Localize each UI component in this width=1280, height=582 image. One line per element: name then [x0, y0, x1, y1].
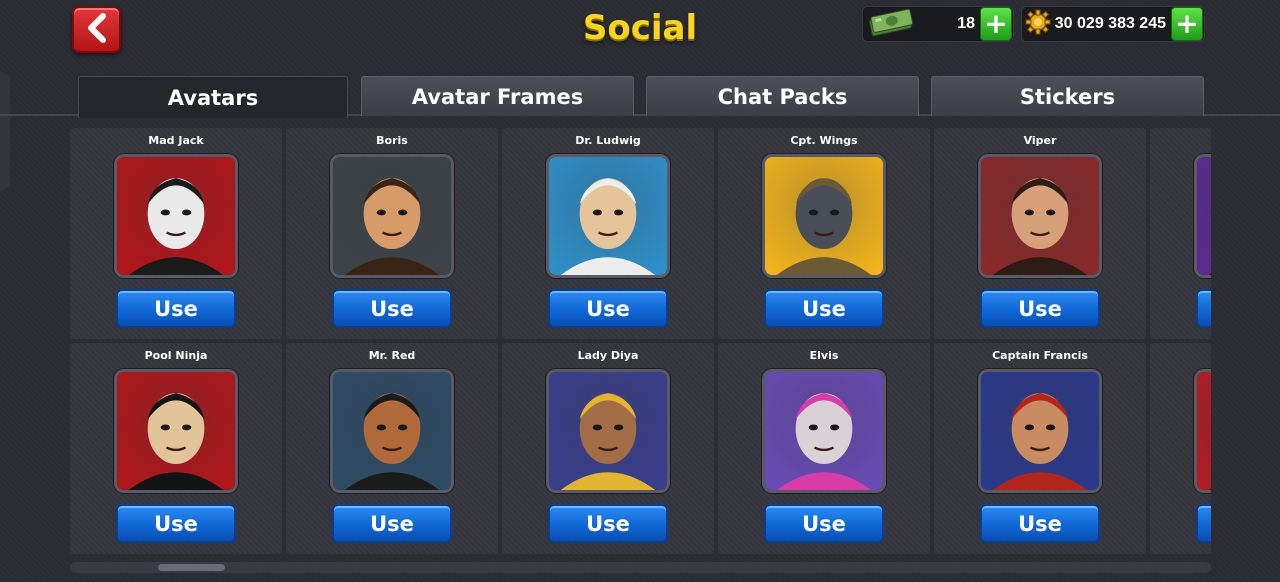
avatar-portrait[interactable] [330, 369, 454, 493]
use-button[interactable]: Use [1196, 289, 1211, 328]
avatar-card: Captain Francis Use [934, 343, 1146, 554]
avatar-card: Mad Jack Use [70, 128, 282, 339]
tab-chat-packs[interactable]: Chat Packs [646, 76, 919, 116]
avatar-portrait[interactable] [330, 154, 454, 278]
avatar-grid-viewport[interactable]: Mad Jack Use Boris Use Dr. Ludwig Use Cpt. Win… [70, 128, 1211, 556]
horizontal-scrollbar[interactable] [70, 562, 1211, 573]
avatar-name: Boris [376, 134, 408, 147]
tab-label: Chat Packs [717, 84, 848, 109]
avatar-name: Captain Francis [992, 349, 1088, 362]
scrollbar-thumb[interactable] [158, 564, 225, 571]
cash-amount: 18 [957, 15, 975, 32]
avatar-portrait[interactable] [762, 154, 886, 278]
avatar-name: Viper [1023, 134, 1057, 147]
avatar-card: Cpt. Wings Use [718, 128, 930, 339]
avatar-card: Pool Ninja Use [70, 343, 282, 554]
avatar-name: Elvis [809, 349, 839, 362]
use-button[interactable]: Use [1196, 504, 1211, 543]
tab-stickers[interactable]: Stickers [931, 76, 1204, 116]
avatar-name: Mr. Red [368, 349, 416, 362]
use-button[interactable]: Use [116, 289, 236, 328]
add-cash-button[interactable]: + [980, 7, 1012, 41]
avatar-grid: Mad Jack Use Boris Use Dr. Ludwig Use Cpt. Win… [70, 128, 1211, 554]
avatar-portrait[interactable] [1194, 154, 1211, 278]
avatar-portrait[interactable] [114, 154, 238, 278]
avatar-card: Elvis Use [718, 343, 930, 554]
use-button[interactable]: Use [332, 504, 452, 543]
avatar-portrait[interactable] [978, 369, 1102, 493]
avatar-portrait[interactable] [546, 369, 670, 493]
avatar-card: Use [1150, 128, 1211, 339]
side-panel-edge[interactable] [0, 72, 10, 190]
avatar-card: Boris Use [286, 128, 498, 339]
avatar-card: Mr. Red Use [286, 343, 498, 554]
cash-balance: 18 + [862, 6, 1014, 42]
tab-avatars[interactable]: Avatars [78, 76, 348, 118]
avatar-name: Pool Ninja [144, 349, 208, 362]
use-button[interactable]: Use [764, 289, 884, 328]
avatar-portrait[interactable] [978, 154, 1102, 278]
coin-gear-icon [1025, 9, 1051, 39]
tab-avatar-frames[interactable]: Avatar Frames [361, 76, 634, 116]
use-button[interactable]: Use [548, 289, 668, 328]
avatar-name: Mad Jack [148, 134, 204, 147]
avatar-portrait[interactable] [1194, 369, 1211, 493]
avatar-name: Cpt. Wings [790, 134, 858, 147]
avatar-portrait[interactable] [114, 369, 238, 493]
tab-label: Avatars [167, 85, 259, 110]
avatar-portrait[interactable] [546, 154, 670, 278]
use-button[interactable]: Use [332, 289, 452, 328]
tab-label: Avatar Frames [411, 84, 584, 109]
use-button[interactable]: Use [548, 504, 668, 543]
use-button[interactable]: Use [980, 504, 1100, 543]
avatar-name: Lady Diya [577, 349, 639, 362]
add-coins-button[interactable]: + [1171, 7, 1203, 41]
coins-balance: 30 029 383 245 + [1021, 6, 1205, 42]
plus-icon: + [984, 7, 1008, 40]
use-button[interactable]: Use [980, 289, 1100, 328]
avatar-card: Dr. Ludwig Use [502, 128, 714, 339]
use-button[interactable]: Use [764, 504, 884, 543]
avatar-card: Viper Use [934, 128, 1146, 339]
cash-icon [867, 7, 915, 41]
avatar-portrait[interactable] [762, 369, 886, 493]
coins-amount: 30 029 383 245 [1054, 15, 1166, 32]
plus-icon: + [1175, 7, 1199, 40]
use-button[interactable]: Use [116, 504, 236, 543]
avatar-card: Lady Diya Use [502, 343, 714, 554]
avatar-card: Use [1150, 343, 1211, 554]
tab-label: Stickers [1019, 84, 1116, 109]
avatar-name: Dr. Ludwig [575, 134, 641, 147]
